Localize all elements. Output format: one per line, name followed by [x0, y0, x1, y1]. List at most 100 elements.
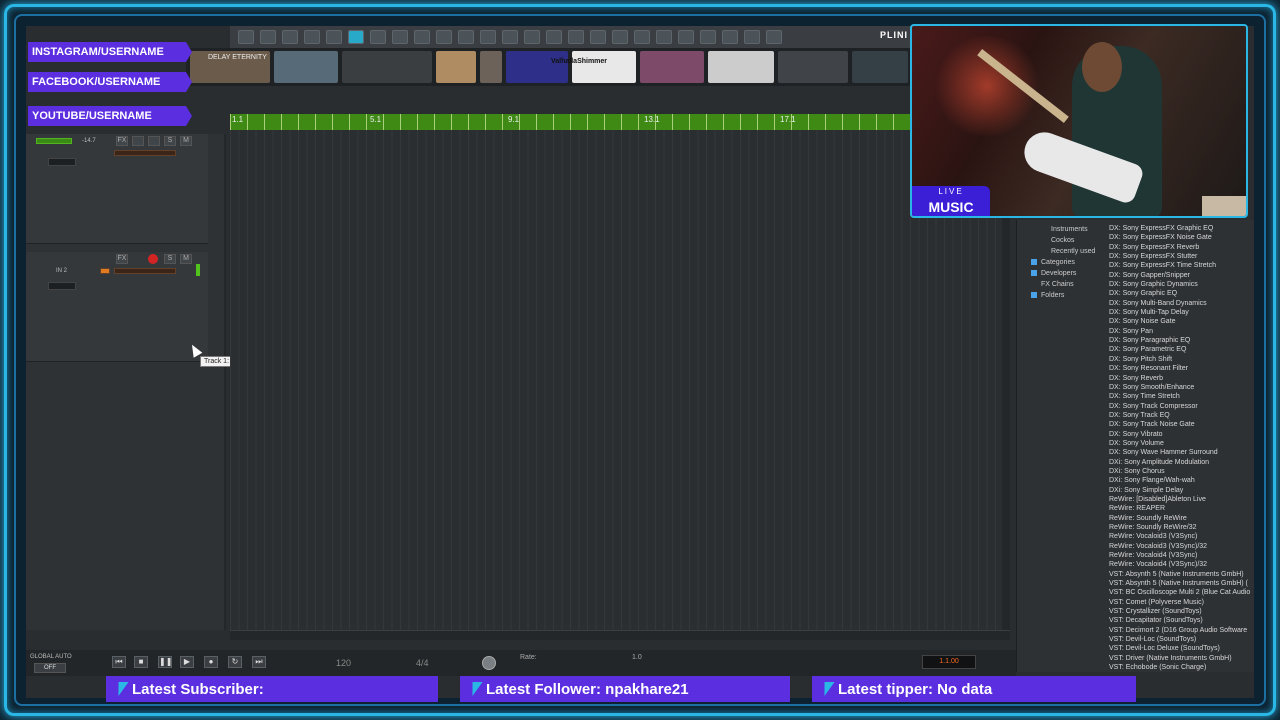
track-name-field[interactable] [36, 138, 72, 144]
toolbar-icon[interactable] [700, 30, 716, 44]
global-auto-toggle[interactable]: OFF [34, 663, 66, 673]
fx-list-item[interactable]: DX: Sony Track Noise Gate [1109, 420, 1254, 429]
fx-list-item[interactable]: ReWire: REAPER [1109, 504, 1254, 513]
plugin-thumb[interactable] [436, 51, 476, 83]
record-arm-button[interactable] [148, 254, 158, 264]
volume-slider[interactable] [48, 282, 76, 290]
toolbar-icon[interactable] [678, 30, 694, 44]
mute-button[interactable]: M [180, 136, 192, 146]
fx-list-item[interactable]: DX: Sony Time Stretch [1109, 392, 1254, 401]
record-button[interactable]: ● [204, 656, 218, 668]
plugin-thumb[interactable] [640, 51, 704, 83]
fx-list-item[interactable]: DX: Sony Gapper/Snipper [1109, 271, 1254, 280]
tree-item-developers[interactable]: Developers [1021, 268, 1105, 279]
fx-list-item[interactable]: DX: Sony Wave Hammer Surround [1109, 448, 1254, 457]
fx-list-item[interactable]: DX: Sony ExpressFX Stutter [1109, 252, 1254, 261]
fx-list-item[interactable]: DX: Sony ExpressFX Time Stretch [1109, 261, 1254, 270]
fx-list-item[interactable]: DX: Sony Multi-Tap Delay [1109, 308, 1254, 317]
fx-list-item[interactable]: VST: Devil-Loc Deluxe (SoundToys) [1109, 644, 1254, 653]
fx-list-item[interactable]: DX: Sony Graphic Dynamics [1109, 280, 1254, 289]
fx-list-item[interactable]: VST: Absynth 5 (Native Instruments GmbH) [1109, 570, 1254, 579]
fx-list-item[interactable]: DX: Sony Parametric EQ [1109, 345, 1254, 354]
toolbar-icon[interactable] [524, 30, 540, 44]
tree-item-categories[interactable]: Categories [1021, 257, 1105, 268]
solo-button[interactable]: S [164, 254, 176, 264]
fx-list-item[interactable]: DXi: Sony Amplitude Modulation [1109, 458, 1254, 467]
bpm-display[interactable]: 120 [336, 658, 351, 668]
fx-list-item[interactable]: DX: Sony Volume [1109, 439, 1254, 448]
fx-list-item[interactable]: DX: Sony Resonant Filter [1109, 364, 1254, 373]
track-1[interactable]: -14.7 FX S M [26, 134, 208, 244]
toolbar-icon[interactable] [458, 30, 474, 44]
play-button[interactable]: ▶ [180, 656, 194, 668]
toolbar-icon[interactable] [502, 30, 518, 44]
fx-list-item[interactable]: DXi: Sony Flange/Wah-wah [1109, 476, 1254, 485]
tree-item-recently-used[interactable]: Recently used [1021, 246, 1105, 257]
grid-icon[interactable] [590, 30, 606, 44]
toolbar-icon[interactable] [480, 30, 496, 44]
fx-button[interactable]: FX [116, 136, 128, 146]
fx-list-item[interactable]: DX: Sony ExpressFX Graphic EQ [1109, 224, 1254, 233]
solo-button[interactable]: S [164, 136, 176, 146]
expand-icon[interactable] [1031, 259, 1037, 266]
tree-item-fx-chains[interactable]: FX Chains [1021, 279, 1105, 290]
fx-list-item[interactable]: VST: BC Oscilloscope Multi 2 (Blue Cat A… [1109, 588, 1254, 597]
toolbar-icon[interactable] [568, 30, 584, 44]
rate-knob[interactable] [482, 656, 496, 670]
fx-list-item[interactable]: ReWire: [Disabled]Ableton Live [1109, 495, 1254, 504]
fx-list-item[interactable]: DX: Sony Vibrato [1109, 430, 1254, 439]
toolbar-icon[interactable] [546, 30, 562, 44]
timeline-ruler[interactable]: 1.1 5.1 9.1 13.1 17.1 [230, 114, 910, 130]
time-signature[interactable]: 4/4 [416, 658, 429, 668]
toolbar-icon[interactable] [722, 30, 738, 44]
fx-list-item[interactable]: DX: Sony Smooth/Enhance [1109, 383, 1254, 392]
tree-item-folders[interactable]: Folders [1021, 290, 1105, 301]
fx-list-item[interactable]: VST: Driver (Native Instruments GmbH) [1109, 654, 1254, 663]
arrange-view[interactable] [230, 130, 1010, 630]
go-to-end-button[interactable]: ⏭ [252, 656, 266, 668]
plugin-thumb[interactable] [480, 51, 502, 83]
toolbar-icon[interactable] [304, 30, 320, 44]
fx-list-item[interactable]: DX: Sony Noise Gate [1109, 317, 1254, 326]
toolbar-icon[interactable] [656, 30, 672, 44]
phase-button[interactable] [148, 136, 160, 146]
fx-list-item[interactable]: DX: Sony Pitch Shift [1109, 355, 1254, 364]
fx-list-item[interactable]: ReWire: Vocaloid4 (V3Sync)/32 [1109, 560, 1254, 569]
track-2[interactable]: FX S M IN 2 [26, 252, 208, 362]
fx-list-item[interactable]: DXi: Sony Simple Delay [1109, 486, 1254, 495]
go-to-start-button[interactable]: ⏮ [112, 656, 126, 668]
plugin-thumb[interactable] [778, 51, 848, 83]
fx-list-item[interactable]: DXi: Sony Chorus [1109, 467, 1254, 476]
fx-button[interactable]: FX [116, 254, 128, 264]
fx-list-item[interactable]: DX: Sony Reverb [1109, 374, 1254, 383]
fx-list-item[interactable]: VST: Comet (Polyverse Music) [1109, 598, 1254, 607]
horizontal-scrollbar[interactable] [230, 630, 1010, 640]
fx-list-item[interactable]: DX: Sony Multi-Band Dynamics [1109, 299, 1254, 308]
toolbar-icon[interactable] [370, 30, 386, 44]
fx-list-item[interactable]: ReWire: Vocaloid3 (V3Sync) [1109, 532, 1254, 541]
mute-button[interactable]: M [180, 254, 192, 264]
fx-list-item[interactable]: VST: Absynth 5 (Native Instruments GmbH)… [1109, 579, 1254, 588]
fx-list-item[interactable]: DX: Sony Graphic EQ [1109, 289, 1254, 298]
toolbar-icon[interactable] [744, 30, 760, 44]
fx-list-item[interactable]: ReWire: Vocaloid3 (V3Sync)/32 [1109, 542, 1254, 551]
plugin-thumb[interactable] [342, 51, 432, 83]
toolbar-icon[interactable] [238, 30, 254, 44]
toolbar-icon[interactable] [348, 30, 364, 44]
plugin-thumb[interactable] [274, 51, 338, 83]
tree-item-cockos[interactable]: Cockos [1021, 235, 1105, 246]
fx-list-item[interactable]: ReWire: Soundly ReWire [1109, 514, 1254, 523]
toolbar-icon[interactable] [414, 30, 430, 44]
fx-list-item[interactable]: ReWire: Vocaloid4 (V3Sync) [1109, 551, 1254, 560]
plugin-thumb-valhalla[interactable] [572, 51, 636, 83]
pause-button[interactable]: ❚❚ [158, 656, 172, 668]
expand-icon[interactable] [1031, 292, 1037, 299]
plugin-thumb[interactable] [708, 51, 774, 83]
fx-list-item[interactable]: ReWire: Soundly ReWire/32 [1109, 523, 1254, 532]
expand-icon[interactable] [1031, 270, 1037, 277]
fx-list-item[interactable]: DX: Sony Paragraphic EQ [1109, 336, 1254, 345]
fx-list-item[interactable]: VST: Devil-Loc (SoundToys) [1109, 635, 1254, 644]
toolbar-icon[interactable] [436, 30, 452, 44]
rate-value[interactable]: 1.0 [632, 654, 642, 661]
loop-button[interactable]: ↻ [228, 656, 242, 668]
